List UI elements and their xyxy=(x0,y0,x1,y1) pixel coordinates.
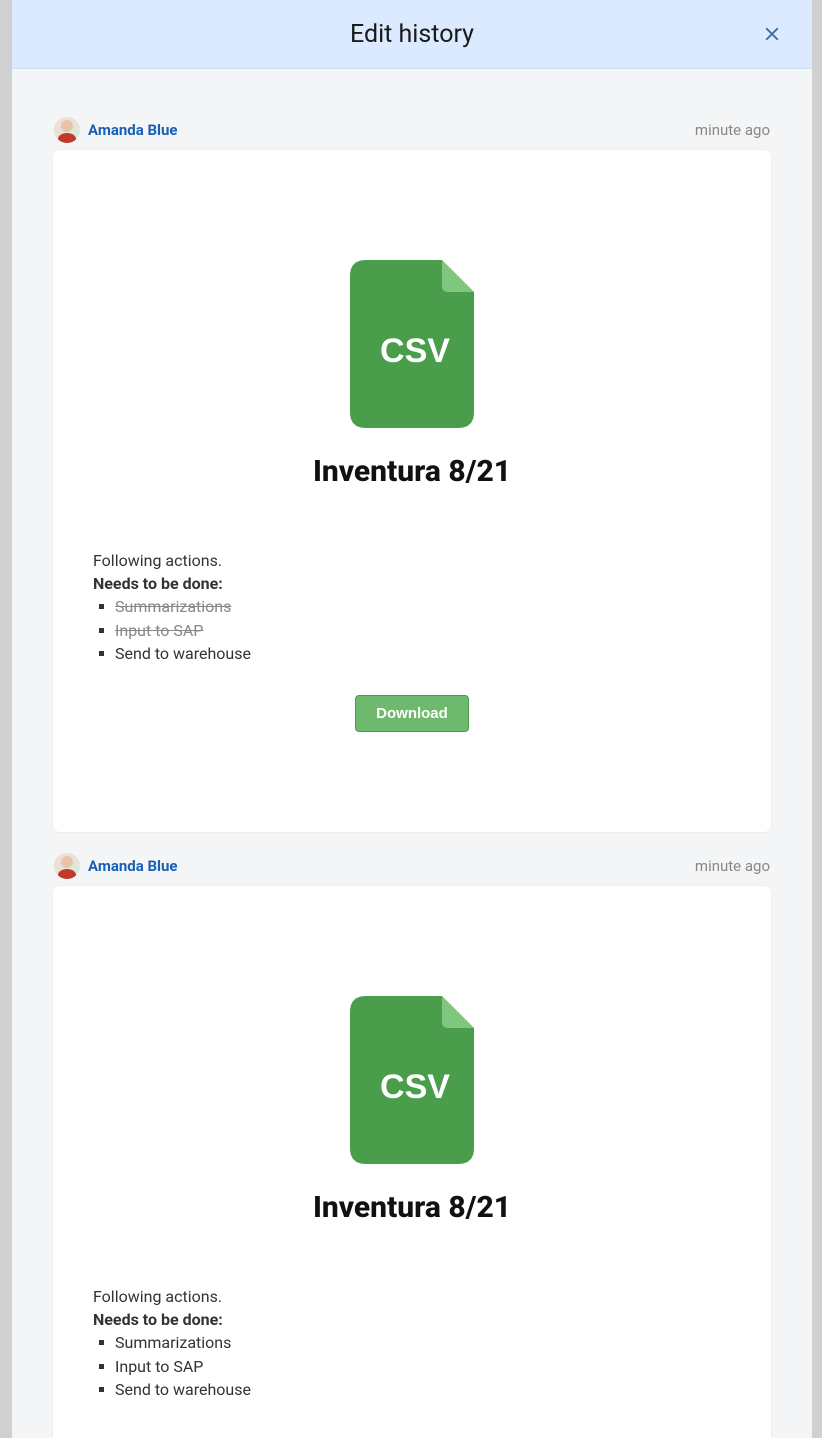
list-item: Input to SAP xyxy=(93,619,731,642)
list-item: Summarizations xyxy=(93,1331,731,1354)
svg-text:CSV: CSV xyxy=(380,1068,450,1106)
avatar xyxy=(54,853,80,879)
list-item-text: Input to SAP xyxy=(115,1357,203,1376)
entry-user[interactable]: Amanda Blue xyxy=(54,853,178,879)
file-icon-wrap: CSV xyxy=(93,260,731,428)
user-name: Amanda Blue xyxy=(88,121,178,139)
close-button[interactable] xyxy=(760,22,784,46)
todo-list: Summarizations Input to SAP Send to ware… xyxy=(93,595,731,665)
card-text: Following actions. Needs to be done: Sum… xyxy=(93,1285,731,1401)
history-entry: Amanda Blue minute ago CSV Inventura 8/2… xyxy=(52,853,772,1438)
backdrop-left xyxy=(0,0,12,1438)
list-item-text: Summarizations xyxy=(115,597,231,616)
list-item-text: Send to warehouse xyxy=(115,1380,251,1399)
list-item: Send to warehouse xyxy=(93,642,731,665)
csv-file-icon: CSV xyxy=(350,996,474,1164)
history-card: CSV Inventura 8/21 Following actions. Ne… xyxy=(52,885,772,1438)
list-item: Summarizations xyxy=(93,595,731,618)
entry-timestamp: minute ago xyxy=(695,857,770,875)
list-item: Input to SAP xyxy=(93,1355,731,1378)
list-item-text: Summarizations xyxy=(115,1333,231,1352)
entry-user[interactable]: Amanda Blue xyxy=(54,117,178,143)
svg-text:CSV: CSV xyxy=(380,332,450,370)
entry-timestamp: minute ago xyxy=(695,121,770,139)
entry-header: Amanda Blue minute ago xyxy=(52,117,772,143)
list-item-text: Send to warehouse xyxy=(115,644,251,663)
history-card: CSV Inventura 8/21 Following actions. Ne… xyxy=(52,149,772,833)
card-text: Following actions. Needs to be done: Sum… xyxy=(93,549,731,665)
list-item: Send to warehouse xyxy=(93,1378,731,1401)
intro-text: Following actions. xyxy=(93,549,731,572)
close-icon xyxy=(763,25,781,43)
avatar xyxy=(54,117,80,143)
needs-done-label: Needs to be done: xyxy=(93,1308,731,1331)
needs-done-label: Needs to be done: xyxy=(93,572,731,595)
file-icon-wrap: CSV xyxy=(93,996,731,1164)
list-item-text: Input to SAP xyxy=(115,621,203,640)
card-title: Inventura 8/21 xyxy=(93,454,731,489)
download-button[interactable]: Download xyxy=(355,695,469,732)
card-title: Inventura 8/21 xyxy=(93,1190,731,1225)
modal-title: Edit history xyxy=(350,20,474,49)
entry-header: Amanda Blue minute ago xyxy=(52,853,772,879)
backdrop-right xyxy=(812,0,822,1438)
download-wrap: Download xyxy=(93,695,731,732)
modal-body[interactable]: Amanda Blue minute ago CSV Inventura 8/2… xyxy=(12,69,812,1438)
history-entry: Amanda Blue minute ago CSV Inventura 8/2… xyxy=(52,117,772,833)
csv-file-icon: CSV xyxy=(350,260,474,428)
intro-text: Following actions. xyxy=(93,1285,731,1308)
user-name: Amanda Blue xyxy=(88,857,178,875)
todo-list: Summarizations Input to SAP Send to ware… xyxy=(93,1331,731,1401)
modal-header: Edit history xyxy=(12,0,812,69)
edit-history-modal: Edit history Amanda Blue minute ago xyxy=(12,0,812,1438)
